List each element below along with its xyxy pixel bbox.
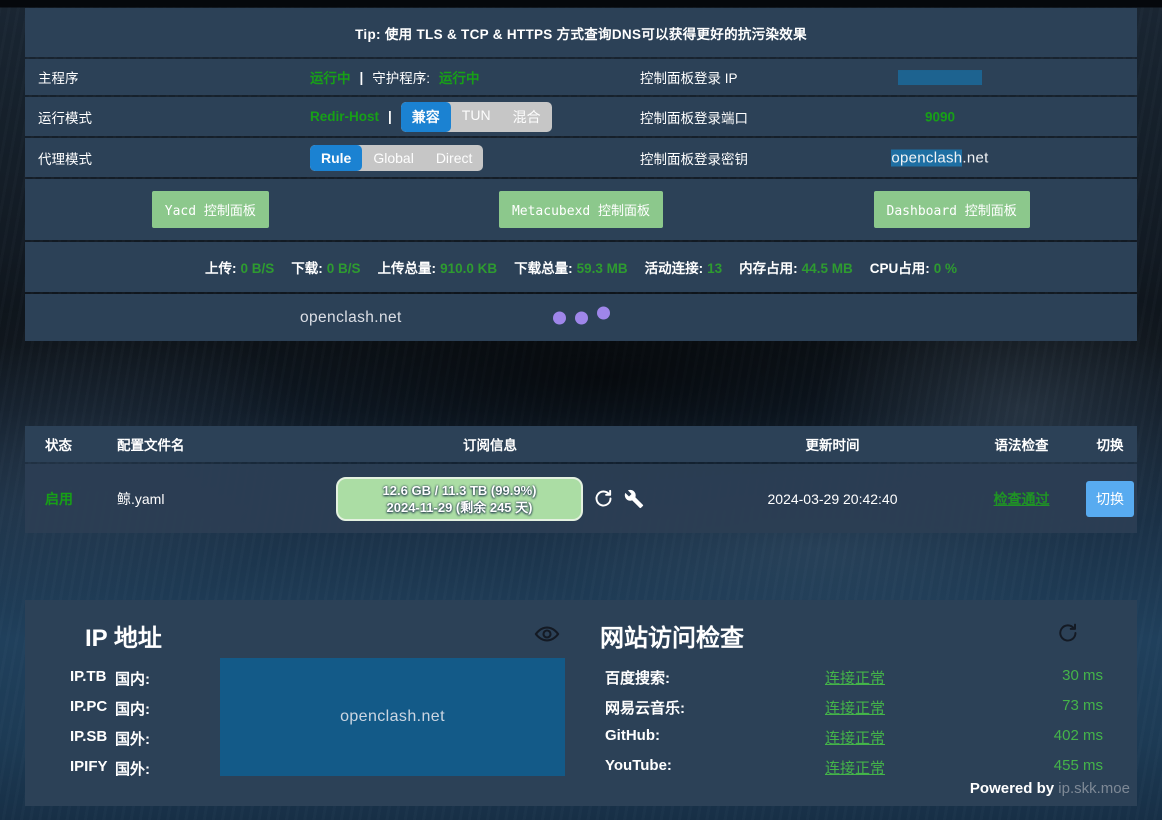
site-check-section-title: 网站访问检查 xyxy=(600,618,744,653)
loading-dot xyxy=(597,306,610,319)
ip-row-name: IP.PC xyxy=(70,698,107,715)
header-filename: 配置文件名 xyxy=(105,426,275,462)
site-status-link[interactable]: 连接正常 xyxy=(825,697,885,718)
ip-row-scope: 国外: xyxy=(115,728,150,749)
header-switch: 切换 xyxy=(1083,426,1137,462)
ip-row-name: IP.SB xyxy=(70,728,107,745)
proxy-mode-option-global[interactable]: Global xyxy=(362,145,424,171)
proxy-mode-option-rule[interactable]: Rule xyxy=(310,145,362,171)
run-mode-option-compatible[interactable]: 兼容 xyxy=(401,102,451,132)
toggle-ip-visibility-eye-icon[interactable] xyxy=(533,620,561,653)
header-syntax: 语法检查 xyxy=(960,426,1083,462)
run-mode-value: Redir-Host xyxy=(310,109,379,124)
site-latency: 73 ms xyxy=(1062,697,1103,714)
site-latency: 30 ms xyxy=(1062,667,1103,684)
ip-row-scope: 国内: xyxy=(115,668,150,689)
separator: | xyxy=(360,70,364,85)
daemon-status: 运行中 xyxy=(439,67,480,87)
openclash-status-page: Tip: 使用 TLS & TCP & HTTPS 方式查询DNS可以获得更好的… xyxy=(0,0,1162,820)
stat-upload: 上传:0 B/S xyxy=(205,257,274,277)
dashboard-buttons-row: Yacd 控制面板 Metacubexd 控制面板 Dashboard 控制面板 xyxy=(25,179,1137,240)
recheck-sites-refresh-icon[interactable] xyxy=(1054,620,1080,651)
row-proxy-mode: 代理模式 Rule Global Direct 控制面板登录密钥 opencla… xyxy=(25,138,1137,177)
watermark-text: openclash.net xyxy=(340,708,445,726)
dns-tip-banner: Tip: 使用 TLS & TCP & HTTPS 方式查询DNS可以获得更好的… xyxy=(25,8,1137,57)
header-subscription: 订阅信息 xyxy=(275,426,705,462)
proxy-mode-label: 代理模式 xyxy=(38,148,92,168)
powered-by-link[interactable]: ip.skk.moe xyxy=(1058,780,1130,797)
stat-active-connections: 活动连接:13 xyxy=(645,257,723,277)
bottom-info-panel: IP 地址 IP.TB 国内: IP.PC 国内: IP.SB 国外: IPIF… xyxy=(25,600,1137,806)
panel-port-value: 9090 xyxy=(815,109,1065,124)
refresh-subscription-icon[interactable] xyxy=(593,488,614,509)
site-name: GitHub: xyxy=(605,727,660,744)
header-status: 状态 xyxy=(25,426,105,462)
site-status-link[interactable]: 连接正常 xyxy=(825,757,885,778)
profile-filename: 鲸.yaml xyxy=(105,464,275,533)
loading-dots xyxy=(25,311,1137,324)
loading-row: openclash.net xyxy=(25,294,1137,341)
ip-row-name: IP.TB xyxy=(70,668,106,685)
site-name: 百度搜索: xyxy=(605,667,670,688)
syntax-check-link[interactable]: 检查通过 xyxy=(994,489,1050,509)
panel-secret-label: 控制面板登录密钥 xyxy=(640,148,748,168)
stat-upload-total: 上传总量:910.0 KB xyxy=(378,257,498,277)
loading-dot xyxy=(553,311,566,324)
site-latency: 402 ms xyxy=(1054,727,1103,744)
profile-status: 启用 xyxy=(25,464,105,533)
proxy-mode-switch-group: Rule Global Direct xyxy=(310,145,483,171)
yacd-dashboard-button[interactable]: Yacd 控制面板 xyxy=(152,191,269,228)
run-mode-label: 运行模式 xyxy=(38,107,92,127)
stat-cpu: CPU占用:0 % xyxy=(870,257,957,277)
stat-memory: 内存占用:44.5 MB xyxy=(739,257,853,277)
subscription-info-badge[interactable]: 12.6 GB / 11.3 TB (99.9%) 2024-11-29 (剩余… xyxy=(336,477,583,521)
site-status-link[interactable]: 连接正常 xyxy=(825,667,885,688)
traffic-stats-row: 上传:0 B/S 下载:0 B/S 上传总量:910.0 KB 下载总量:59.… xyxy=(25,242,1137,292)
panel-ip-label: 控制面板登录 IP xyxy=(640,67,738,87)
edit-subscription-wrench-icon[interactable] xyxy=(624,489,644,509)
panel-secret-value: openclash.net xyxy=(815,149,1065,166)
stat-download-total: 下载总量:59.3 MB xyxy=(514,257,628,277)
dashboard-dashboard-button[interactable]: Dashboard 控制面板 xyxy=(874,191,1030,228)
daemon-label: 守护程序: xyxy=(372,67,430,87)
profile-updated-time: 2024-03-29 20:42:40 xyxy=(705,464,960,533)
loading-dot xyxy=(575,311,588,324)
ip-row-scope: 国外: xyxy=(115,758,150,779)
panel-port-label: 控制面板登录端口 xyxy=(640,107,748,127)
ip-row-name: IPIFY xyxy=(70,758,108,775)
site-name: 网易云音乐: xyxy=(605,697,685,718)
header-updated: 更新时间 xyxy=(705,426,960,462)
main-program-label: 主程序 xyxy=(38,67,79,87)
tip-text: Tip: 使用 TLS & TCP & HTTPS 方式查询DNS可以获得更好的… xyxy=(355,23,807,43)
metacubexd-dashboard-button[interactable]: Metacubexd 控制面板 xyxy=(499,191,663,228)
ip-values-watermark-overlay: openclash.net xyxy=(220,658,565,776)
profile-table-row: 启用 鲸.yaml 12.6 GB / 11.3 TB (99.9%) 2024… xyxy=(25,464,1137,533)
powered-by: Powered by ip.skk.moe xyxy=(970,780,1130,797)
main-program-status: 运行中 xyxy=(310,67,351,87)
proxy-mode-option-direct[interactable]: Direct xyxy=(425,145,484,171)
profile-table-header: 状态 配置文件名 订阅信息 更新时间 语法检查 切换 xyxy=(25,426,1137,462)
ip-section-title: IP 地址 xyxy=(85,618,162,653)
stat-download: 下载:0 B/S xyxy=(291,257,360,277)
run-mode-option-tun[interactable]: TUN xyxy=(451,102,502,132)
row-run-mode: 运行模式 Redir-Host | 兼容 TUN 混合 控制面板登录端口 909… xyxy=(25,97,1137,136)
run-mode-switch-group: 兼容 TUN 混合 xyxy=(401,102,552,132)
site-status-link[interactable]: 连接正常 xyxy=(825,727,885,748)
panel-ip-redacted-value xyxy=(898,70,982,85)
site-name: YouTube: xyxy=(605,757,672,774)
separator: | xyxy=(388,109,392,124)
switch-profile-button[interactable]: 切换 xyxy=(1086,481,1134,517)
row-main-program: 主程序 运行中 | 守护程序: 运行中 控制面板登录 IP xyxy=(25,59,1137,95)
site-latency: 455 ms xyxy=(1054,757,1103,774)
ip-row-scope: 国内: xyxy=(115,698,150,719)
run-mode-option-mixed[interactable]: 混合 xyxy=(502,102,552,132)
